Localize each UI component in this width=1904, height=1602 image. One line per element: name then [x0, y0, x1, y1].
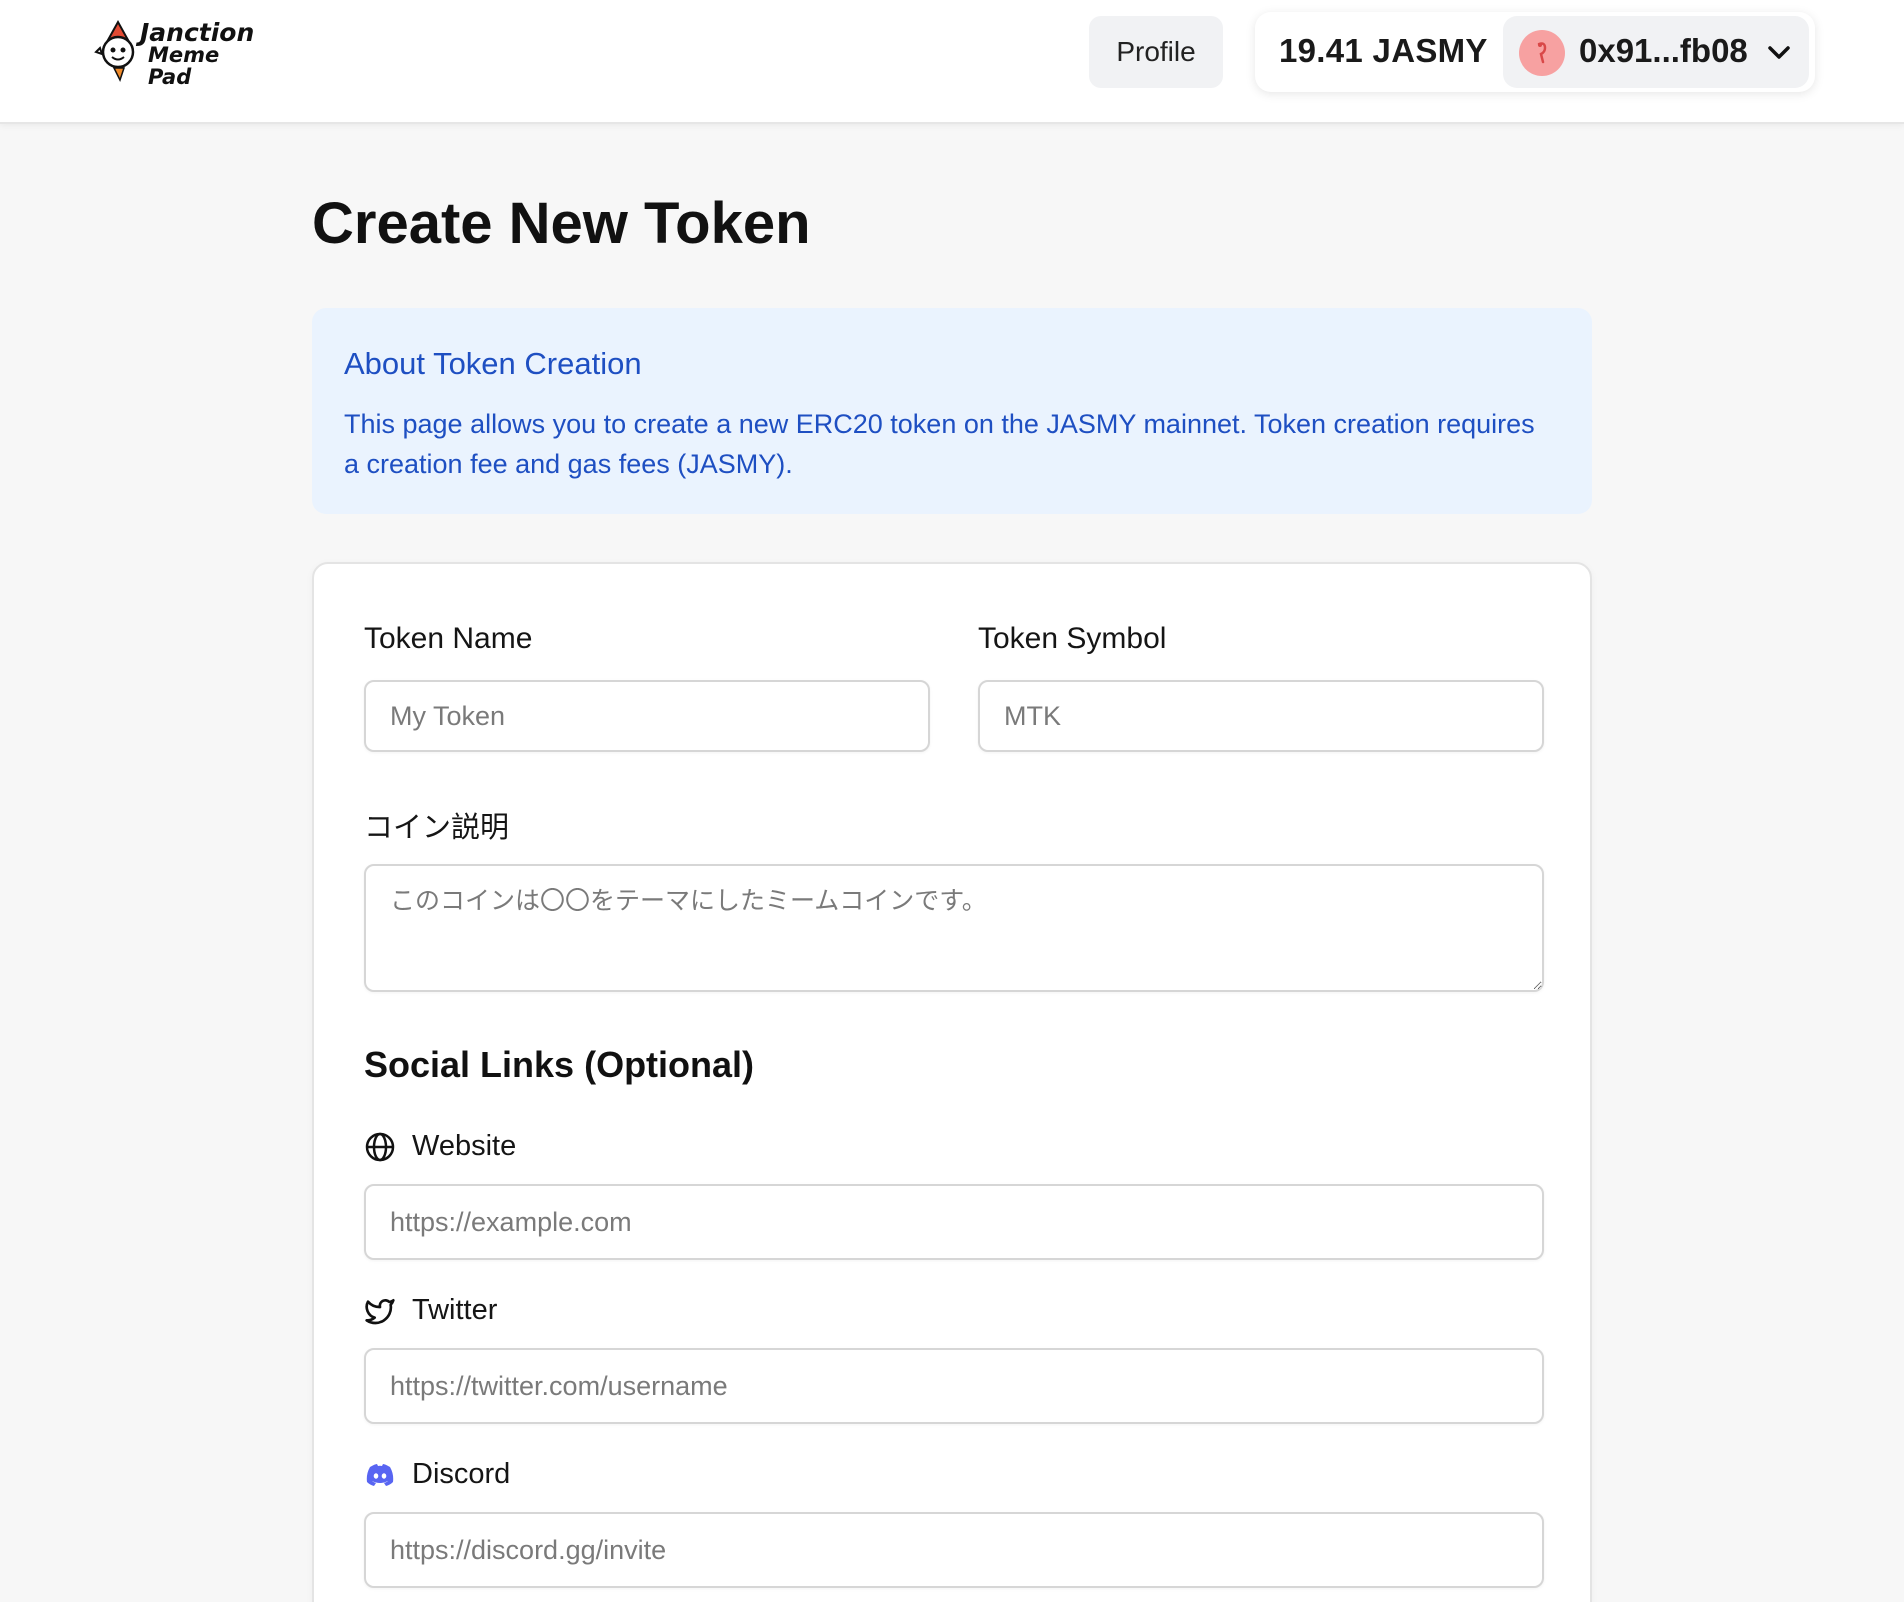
- discord-input[interactable]: [364, 1512, 1544, 1588]
- info-box: About Token Creation This page allows yo…: [312, 308, 1592, 514]
- wallet-balance: 19.41 JASMY: [1279, 32, 1488, 69]
- logo-wordmark: Janction Meme Pad: [140, 18, 255, 89]
- account-button[interactable]: 0x91...fb08: [1503, 16, 1809, 88]
- flamingo-icon: [1537, 42, 1547, 64]
- top-navigation-bar: Janction Meme Pad Profile 19.41 JASMY 0x…: [0, 0, 1904, 124]
- token-name-input[interactable]: [364, 680, 930, 752]
- twitter-icon: [365, 1298, 395, 1324]
- discord-label: Discord: [412, 1458, 511, 1490]
- account-avatar: [1519, 30, 1565, 76]
- description-textarea[interactable]: [364, 864, 1544, 992]
- info-title: About Token Creation: [344, 346, 642, 381]
- logo-line2: Meme Pad: [148, 43, 220, 89]
- twitter-label-row: Twitter: [364, 1294, 497, 1327]
- discord-icon: [366, 1463, 394, 1486]
- app-logo[interactable]: Janction Meme Pad: [94, 18, 254, 88]
- social-links-title: Social Links (Optional): [364, 1044, 755, 1085]
- token-symbol-input[interactable]: [978, 680, 1544, 752]
- website-label: Website: [412, 1130, 517, 1162]
- info-text: This page allows you to create a new ERC…: [344, 409, 1535, 479]
- token-symbol-label: Token Symbol: [978, 622, 1167, 655]
- mascot-icon: [94, 19, 135, 82]
- token-name-label: Token Name: [364, 622, 533, 655]
- logo-line1: Janction: [140, 18, 255, 47]
- chevron-down-icon: [1768, 46, 1790, 59]
- page-title: Create New Token: [312, 191, 811, 256]
- twitter-input[interactable]: [364, 1348, 1544, 1424]
- globe-icon: [365, 1132, 395, 1161]
- wallet-widget: 19.41 JASMY 0x91...fb08: [1255, 12, 1815, 92]
- profile-button[interactable]: Profile: [1089, 16, 1223, 88]
- twitter-label: Twitter: [412, 1294, 498, 1326]
- token-form-card: Token Name Token Symbol コイン説明 Social Lin…: [312, 562, 1592, 1602]
- description-label: コイン説明: [364, 810, 510, 844]
- discord-label-row: Discord: [364, 1458, 510, 1491]
- website-input[interactable]: [364, 1184, 1544, 1260]
- wallet-address: 0x91...fb08: [1579, 32, 1748, 69]
- website-label-row: Website: [364, 1130, 516, 1163]
